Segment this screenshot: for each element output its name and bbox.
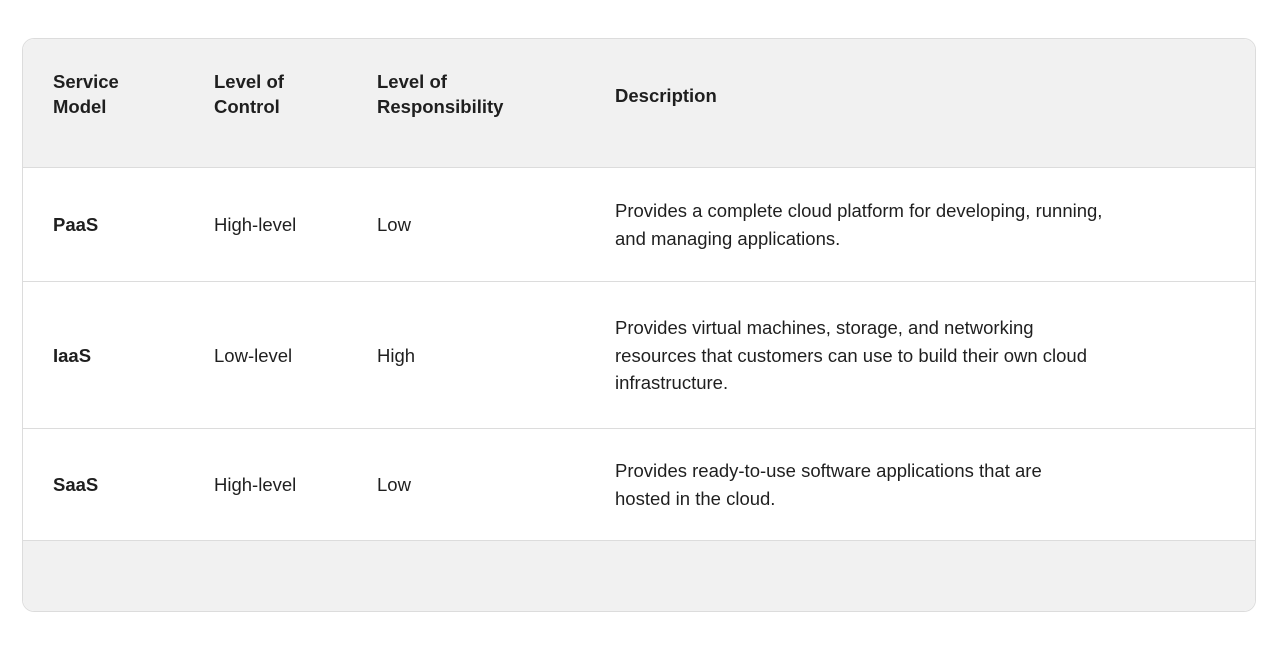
cell-service-model: SaaS bbox=[23, 428, 184, 542]
column-header-level-of-responsibility: Level of Responsibility bbox=[347, 39, 585, 169]
table-footer-cell bbox=[23, 540, 1255, 612]
service-model-table-card: Service Model Level of Control Level of … bbox=[22, 38, 1256, 613]
page-root: Service Model Level of Control Level of … bbox=[0, 0, 1280, 650]
description-line: and managing applications. bbox=[615, 227, 841, 249]
cell-service-model: IaaS bbox=[23, 281, 184, 430]
cell-level-of-responsibility: Low bbox=[347, 167, 585, 283]
cell-level-of-responsibility: Low bbox=[347, 428, 585, 542]
table-footer-row bbox=[23, 540, 1255, 612]
description-line: Provides virtual machines, storage, and … bbox=[615, 317, 1034, 339]
table-row: IaaS Low-level High Provides virtual mac… bbox=[23, 281, 1255, 430]
column-header-service-model-line2: Model bbox=[53, 95, 107, 117]
description-line: hosted in the cloud. bbox=[615, 487, 776, 509]
column-header-level-of-control-line1: Level of bbox=[214, 71, 284, 92]
column-header-level-of-control: Level of Control bbox=[184, 39, 347, 169]
description-line: Provides a complete cloud platform for d… bbox=[615, 200, 1103, 222]
cell-description: Provides ready-to-use software applicati… bbox=[585, 428, 1255, 542]
table-header-row: Service Model Level of Control Level of … bbox=[23, 39, 1255, 169]
cell-level-of-control: High-level bbox=[184, 428, 347, 542]
table-body: PaaS High-level Low Provides a complete … bbox=[23, 167, 1255, 542]
cell-description: Provides virtual machines, storage, and … bbox=[585, 281, 1255, 430]
description-line: Provides ready-to-use software applicati… bbox=[615, 460, 1042, 482]
cell-level-of-control: Low-level bbox=[184, 281, 347, 430]
table-row: SaaS High-level Low Provides ready-to-us… bbox=[23, 428, 1255, 542]
column-header-level-of-responsibility-line1: Level of bbox=[377, 71, 447, 92]
cell-service-model: PaaS bbox=[23, 167, 184, 283]
service-model-table: Service Model Level of Control Level of … bbox=[23, 39, 1255, 612]
description-line: infrastructure. bbox=[615, 371, 729, 393]
column-header-service-model: Service Model bbox=[23, 39, 184, 169]
column-header-level-of-control-line2: Control bbox=[214, 95, 280, 117]
column-header-level-of-responsibility-line2: Responsibility bbox=[377, 95, 504, 117]
table-row: PaaS High-level Low Provides a complete … bbox=[23, 167, 1255, 283]
cell-description: Provides a complete cloud platform for d… bbox=[585, 167, 1255, 283]
description-line: resources that customers can use to buil… bbox=[615, 344, 1087, 366]
cell-level-of-control: High-level bbox=[184, 167, 347, 283]
table-footer bbox=[23, 540, 1255, 612]
column-header-description: Description bbox=[585, 39, 1255, 169]
cell-level-of-responsibility: High bbox=[347, 281, 585, 430]
table-header: Service Model Level of Control Level of … bbox=[23, 39, 1255, 169]
column-header-description-line1: Description bbox=[615, 85, 717, 106]
column-header-service-model-line1: Service bbox=[53, 71, 119, 92]
